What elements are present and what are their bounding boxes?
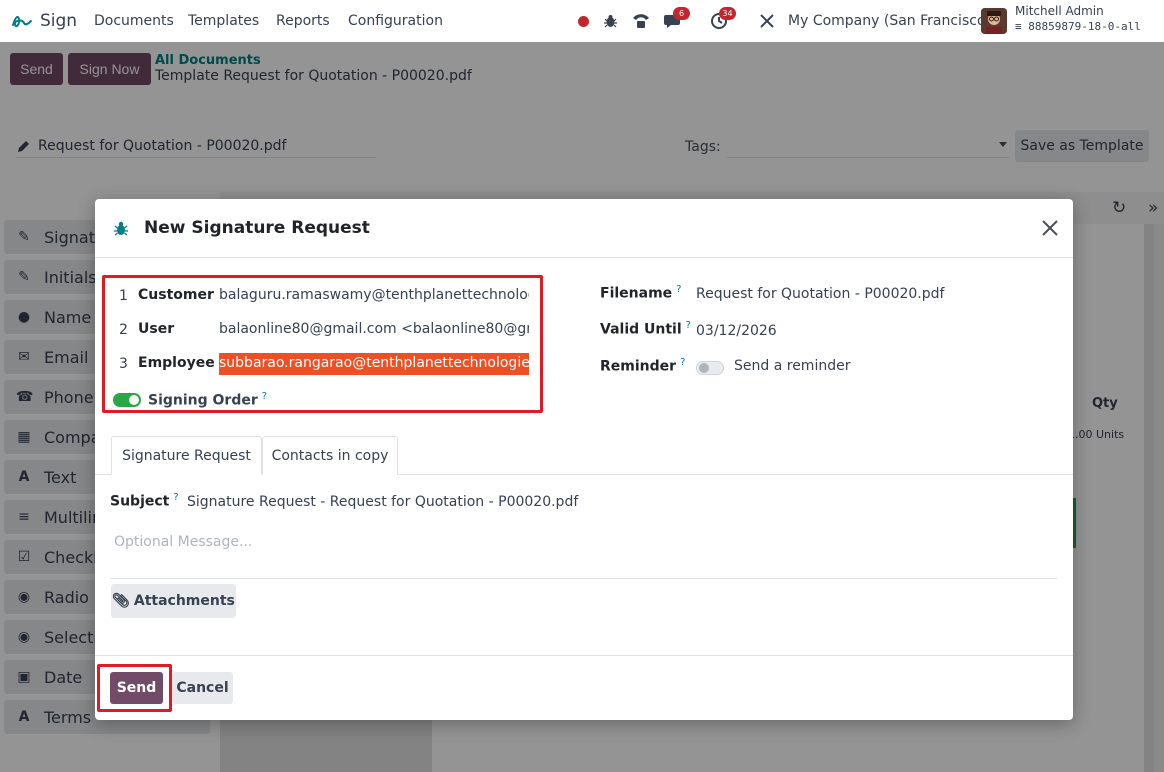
tab-contacts-in-copy[interactable]: Contacts in copy: [262, 436, 398, 475]
signing-order-toggle[interactable]: [113, 393, 141, 407]
help-tooltip-icon[interactable]: ?: [173, 492, 178, 503]
message-underline: [110, 578, 1057, 579]
menu-configuration[interactable]: Configuration: [348, 13, 443, 29]
signer-role: Customer: [138, 287, 214, 303]
new-signature-request-dialog: New Signature Request 1 Customer balagur…: [95, 199, 1073, 720]
help-tooltip-icon[interactable]: ?: [680, 357, 685, 368]
help-tooltip-icon[interactable]: ?: [262, 391, 267, 402]
signers-list: 1 Customer balaguru.ramaswamy@tenthplane…: [102, 275, 543, 413]
menu-reports[interactable]: Reports: [276, 13, 330, 29]
valid-until-field[interactable]: 03/12/2026: [696, 323, 777, 339]
top-navbar: Sign Documents Templates Reports Configu…: [0, 0, 1164, 42]
database-name: ≡ 88859879-18-0-all: [1015, 20, 1141, 33]
reminder-toggle[interactable]: [696, 361, 724, 375]
app-name[interactable]: Sign: [40, 11, 77, 31]
subject-label: Subject?: [110, 492, 179, 510]
reminder-text: Send a reminder: [734, 358, 851, 374]
modal-title: New Signature Request: [144, 218, 370, 238]
activity-badge: 34: [719, 7, 736, 20]
modal-footer: Send Cancel: [95, 655, 1073, 720]
signer-number: 1: [119, 288, 128, 304]
filename-label: Filename?: [600, 284, 682, 302]
signer-email-field[interactable]: balaguru.ramaswamy@tenthplanettechnologi…: [219, 287, 529, 303]
help-tooltip-icon[interactable]: ?: [686, 320, 691, 331]
close-icon[interactable]: [1039, 217, 1061, 239]
menu-templates[interactable]: Templates: [188, 13, 259, 29]
modal-cancel-button[interactable]: Cancel: [172, 672, 233, 704]
signing-order-label: Signing Order?: [148, 391, 268, 409]
attachments-label: Attachments: [133, 593, 235, 609]
signer-role: User: [138, 321, 175, 337]
phone-icon[interactable]: [631, 10, 651, 32]
signer-number: 2: [119, 322, 128, 338]
help-tooltip-icon[interactable]: ?: [676, 284, 681, 295]
user-avatar[interactable]: [981, 8, 1007, 34]
attachments-button[interactable]: 📎︎ Attachments: [111, 584, 236, 618]
valid-until-label: Valid Until?: [600, 320, 691, 338]
paperclip-icon: 📎︎: [112, 593, 130, 609]
signer-row[interactable]: 2 User balaonline80@gmail.com <balaonlin…: [105, 318, 535, 342]
signer-email-field[interactable]: balaonline80@gmail.com <balaonline80@gma…: [219, 321, 529, 337]
database-value: 88859879-18-0-all: [1028, 20, 1141, 33]
modal-header: New Signature Request: [95, 199, 1073, 258]
signer-row[interactable]: 3 Employee subbarao.rangarao@tenthplanet…: [105, 352, 535, 376]
tab-signature-request[interactable]: Signature Request: [111, 436, 262, 475]
bug-icon: [114, 221, 128, 236]
chat-badge: 6: [673, 7, 690, 20]
signer-row[interactable]: 1 Customer balaguru.ramaswamy@tenthplane…: [105, 284, 535, 308]
tools-icon[interactable]: [757, 10, 777, 32]
chat-icon[interactable]: 6: [663, 7, 690, 32]
recording-icon[interactable]: [577, 10, 589, 32]
company-switcher[interactable]: My Company (San Francisco): [788, 13, 991, 29]
modal-send-button[interactable]: Send: [110, 672, 163, 704]
sign-app-logo-icon[interactable]: [10, 9, 34, 33]
activity-clock-icon[interactable]: 34: [709, 7, 736, 32]
menu-documents[interactable]: Documents: [94, 13, 174, 29]
signer-role: Employee: [138, 355, 215, 371]
subject-field[interactable]: Signature Request - Request for Quotatio…: [187, 494, 578, 510]
reminder-label: Reminder?: [600, 357, 686, 375]
user-name[interactable]: Mitchell Admin: [1015, 4, 1104, 18]
filename-field[interactable]: Request for Quotation - P00020.pdf: [696, 286, 944, 302]
signer-email-field-selected[interactable]: subbarao.rangarao@tenthplanettechnologie…: [219, 353, 529, 375]
debug-bug-icon[interactable]: [602, 10, 618, 32]
signer-number: 3: [119, 356, 128, 372]
message-field[interactable]: Optional Message...: [114, 534, 252, 550]
